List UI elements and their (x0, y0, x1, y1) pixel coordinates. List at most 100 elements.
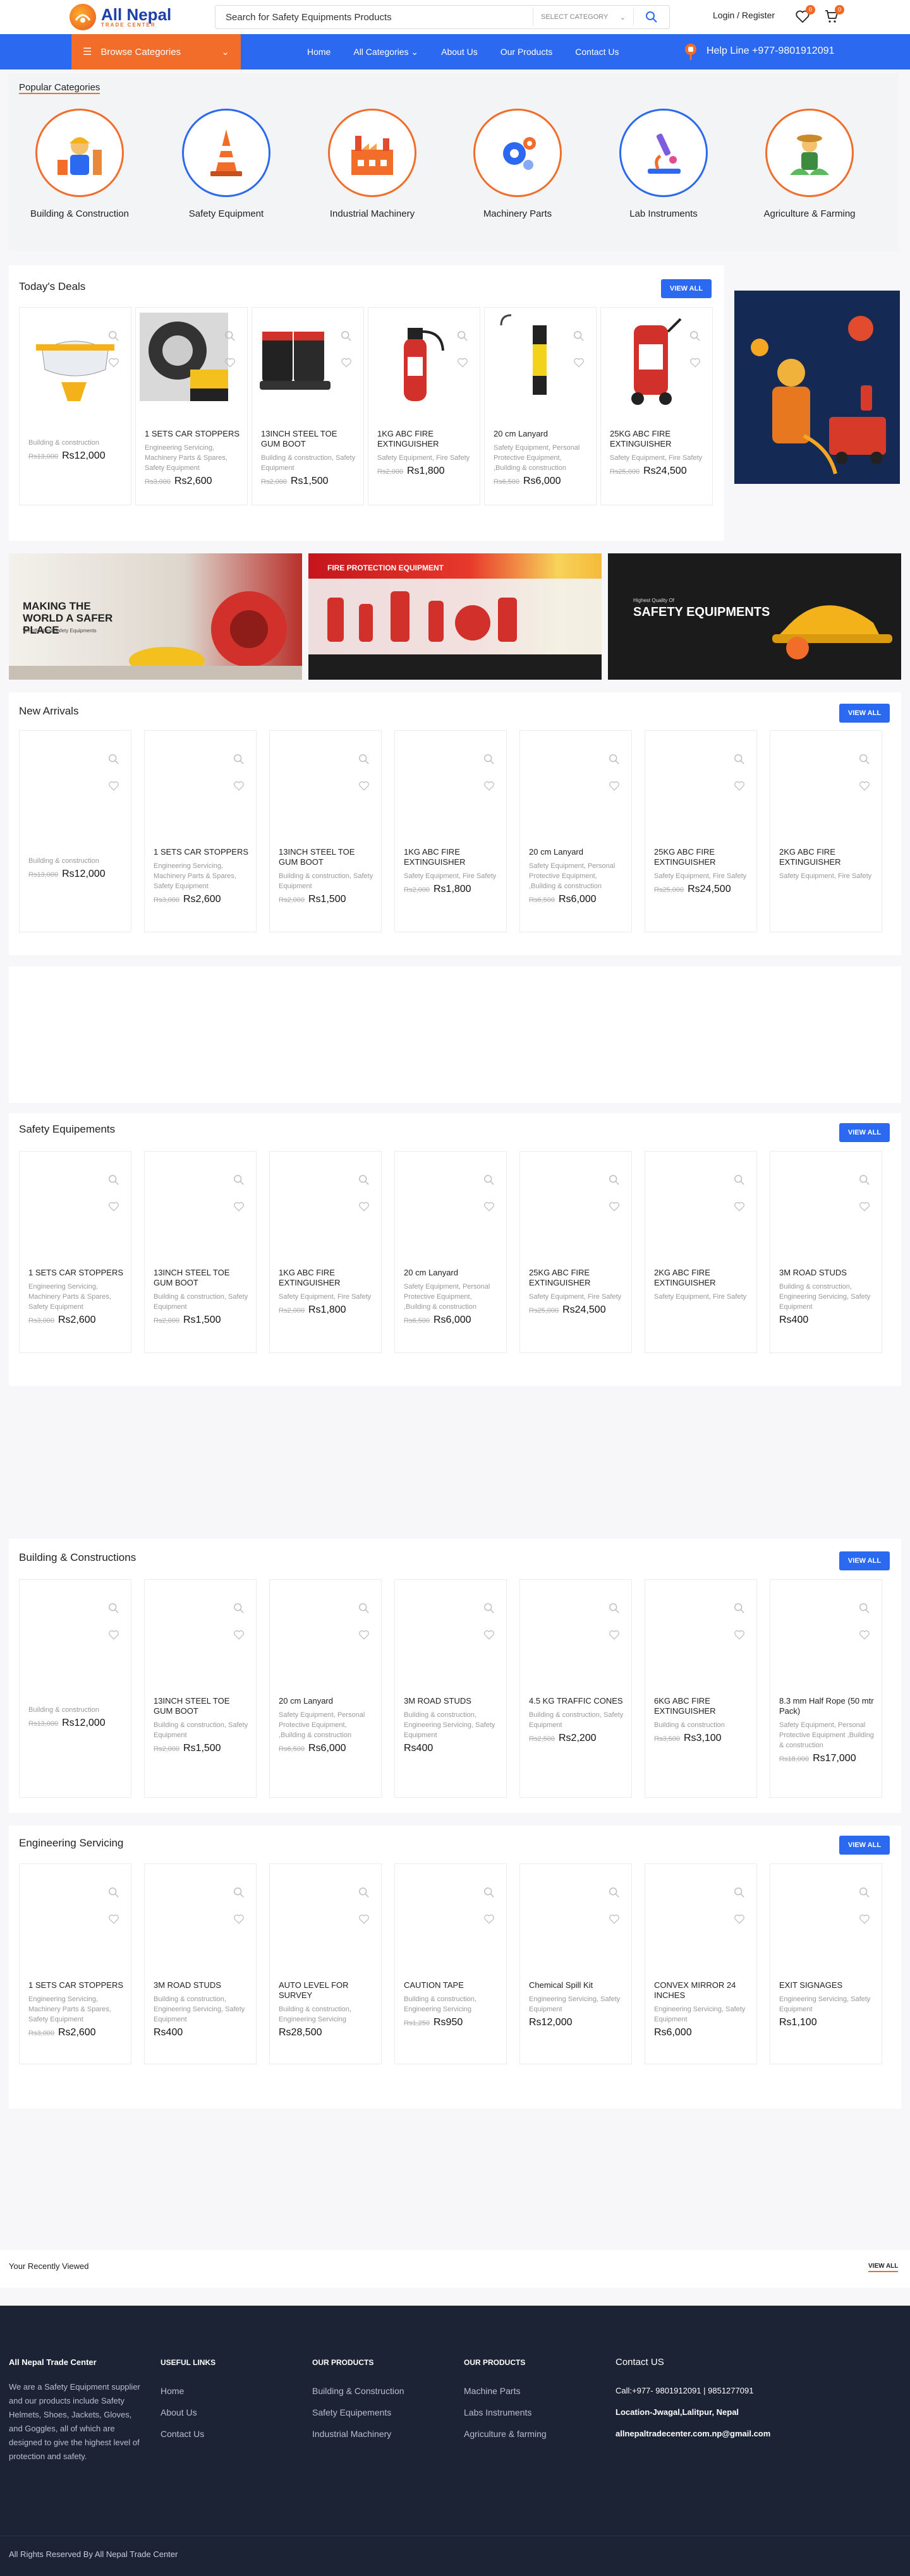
category-microscope[interactable]: Lab Instruments (600, 109, 727, 219)
product-title[interactable]: 13INCH STEEL TOE GUM BOOT (261, 429, 357, 449)
wishlist-heart-icon[interactable] (609, 780, 620, 791)
product-title[interactable]: 3M ROAD STUDS (779, 1268, 875, 1278)
footer-link-industrial[interactable]: Industrial Machinery (312, 2423, 404, 2445)
wishlist-heart-icon[interactable] (483, 1913, 495, 1925)
quick-view-search-icon[interactable] (734, 754, 745, 765)
product-title[interactable]: 13INCH STEEL TOE GUM BOOT (154, 1696, 250, 1716)
quick-view-search-icon[interactable] (689, 330, 701, 342)
quick-view-search-icon[interactable] (233, 1887, 245, 1898)
product-card[interactable]: Chemical Spill Kit Engineering Servicing,… (519, 1863, 632, 2064)
product-title[interactable]: 1KG ABC FIRE EXTINGUISHER (279, 1268, 375, 1288)
search-button[interactable] (634, 11, 669, 23)
wishlist-heart-icon[interactable] (358, 1913, 370, 1925)
quick-view-search-icon[interactable] (609, 754, 620, 765)
product-card[interactable]: 1KG ABC FIRE EXTINGUISHER Safety Equipmen… (269, 1151, 382, 1353)
quick-view-search-icon[interactable] (573, 330, 585, 342)
quick-view-search-icon[interactable] (233, 754, 245, 765)
quick-view-search-icon[interactable] (859, 1603, 870, 1614)
wishlist-heart-icon[interactable] (859, 1201, 870, 1212)
product-card[interactable]: 1 SETS CAR STOPPERS Engineering Servicing… (144, 730, 257, 932)
product-title[interactable]: 20 cm Lanyard (529, 847, 625, 857)
footer-link-about[interactable]: About Us (161, 2402, 215, 2423)
quick-view-search-icon[interactable] (609, 1174, 620, 1186)
cart-button[interactable]: 0 (824, 5, 844, 24)
nav-our-products[interactable]: Our Products (500, 47, 552, 57)
brand-logo[interactable]: All Nepal TRADE CENTER (70, 4, 171, 30)
wishlist-heart-icon[interactable] (483, 1201, 495, 1212)
quick-view-search-icon[interactable] (483, 754, 495, 765)
quick-view-search-icon[interactable] (341, 330, 352, 342)
nav-about-us[interactable]: About Us (441, 47, 478, 57)
wishlist-heart-icon[interactable] (573, 357, 585, 368)
quick-view-search-icon[interactable] (734, 1887, 745, 1898)
wishlist-heart-icon[interactable] (358, 1629, 370, 1640)
quick-view-search-icon[interactable] (358, 754, 370, 765)
category-gears[interactable]: Machinery Parts (454, 109, 581, 219)
product-card[interactable]: AUTO LEVEL FOR SURVEY Building & construc… (269, 1863, 382, 2064)
wishlist-heart-icon[interactable] (609, 1629, 620, 1640)
wishlist-heart-icon[interactable] (483, 780, 495, 791)
product-card[interactable]: 25KG ABC FIRE EXTINGUISHER Safety Equipme… (600, 307, 713, 505)
footer-link-building[interactable]: Building & Construction (312, 2380, 404, 2402)
quick-view-search-icon[interactable] (483, 1174, 495, 1186)
product-card[interactable]: 3M ROAD STUDS Building & construction, En… (394, 1579, 507, 1798)
product-title[interactable]: 13INCH STEEL TOE GUM BOOT (279, 847, 375, 867)
product-title[interactable]: 1 SETS CAR STOPPERS (145, 429, 241, 439)
product-card[interactable]: CONVEX MIRROR 24 INCHES Engineering Servi… (645, 1863, 757, 2064)
footer-phone[interactable]: Call:+977- 9801912091 | 9851277091 (616, 2380, 881, 2402)
wishlist-heart-icon[interactable] (734, 780, 745, 791)
wishlist-heart-icon[interactable] (734, 1201, 745, 1212)
footer-link-machine-parts[interactable]: Machine Parts (464, 2380, 547, 2402)
wishlist-heart-icon[interactable] (233, 780, 245, 791)
category-factory[interactable]: Industrial Machinery (309, 109, 435, 219)
search-input[interactable] (215, 6, 533, 28)
quick-view-search-icon[interactable] (108, 1603, 119, 1614)
product-title[interactable]: 20 cm Lanyard (404, 1268, 500, 1278)
wishlist-heart-icon[interactable] (108, 1913, 119, 1925)
product-card[interactable]: 1KG ABC FIRE EXTINGUISHER Safety Equipmen… (368, 307, 480, 505)
nav-contact-us[interactable]: Contact Us (575, 47, 619, 57)
product-card[interactable]: Building & construction Rs13,000 Rs12,000 (19, 307, 131, 505)
nav-all-categories[interactable]: All Categories ⌄ (353, 47, 418, 57)
product-card[interactable]: 25KG ABC FIRE EXTINGUISHER Safety Equipme… (519, 1151, 632, 1353)
banner-safer-place[interactable]: MAKING THE WORLD A SAFER PLACE We offer … (9, 553, 302, 680)
product-title[interactable]: 20 cm Lanyard (494, 429, 590, 439)
wishlist-heart-icon[interactable] (233, 1629, 245, 1640)
quick-view-search-icon[interactable] (108, 330, 119, 342)
wishlist-heart-icon[interactable] (859, 1913, 870, 1925)
product-card[interactable]: 13INCH STEEL TOE GUM BOOT Building & cons… (144, 1151, 257, 1353)
product-title[interactable]: 2KG ABC FIRE EXTINGUISHER (654, 1268, 750, 1288)
product-title[interactable]: 25KG ABC FIRE EXTINGUISHER (610, 429, 706, 449)
nav-home[interactable]: Home (307, 47, 331, 57)
quick-view-search-icon[interactable] (609, 1603, 620, 1614)
recent-view-all-link[interactable]: VIEW ALL (868, 2263, 899, 2272)
footer-email[interactable]: allnepaltradecenter.com.np@gmail.com (616, 2423, 881, 2445)
wishlist-heart-icon[interactable] (609, 1201, 620, 1212)
product-card[interactable]: Building & construction Rs13,000 Rs12,000 (19, 1579, 131, 1798)
wishlist-heart-icon[interactable] (483, 1629, 495, 1640)
product-title[interactable]: 8.3 mm Half Rope (50 mtr Pack) (779, 1696, 875, 1716)
category-builder[interactable]: Building & Construction (16, 109, 143, 219)
category-farmer[interactable]: Agriculture & Farming (746, 109, 873, 219)
footer-link-agriculture[interactable]: Agriculture & farming (464, 2423, 547, 2445)
product-card[interactable]: 13INCH STEEL TOE GUM BOOT Building & cons… (144, 1579, 257, 1798)
product-card[interactable]: 3M ROAD STUDS Building & construction, En… (144, 1863, 257, 2064)
product-card[interactable]: EXIT SIGNAGES Engineering Servicing, Safe… (770, 1863, 882, 2064)
login-register-link[interactable]: Login / Register (713, 10, 775, 20)
wishlist-heart-icon[interactable] (108, 1629, 119, 1640)
product-card[interactable]: 20 cm Lanyard Safety Equipment, Personal … (394, 1151, 507, 1353)
product-card[interactable]: 20 cm Lanyard Safety Equipment, Personal … (269, 1579, 382, 1798)
arrivals-view-all-button[interactable]: VIEW ALL (839, 704, 890, 723)
banner-fire-protection[interactable]: FIRE PROTECTION EQUIPMENT (308, 553, 602, 680)
product-card[interactable]: 13INCH STEEL TOE GUM BOOT Building & cons… (252, 307, 364, 505)
product-card[interactable]: 8.3 mm Half Rope (50 mtr Pack) Safety Equ… (770, 1579, 882, 1798)
quick-view-search-icon[interactable] (358, 1174, 370, 1186)
product-title[interactable]: 1 SETS CAR STOPPERS (28, 1980, 124, 1990)
quick-view-search-icon[interactable] (108, 1174, 119, 1186)
quick-view-search-icon[interactable] (483, 1603, 495, 1614)
product-card[interactable]: 1 SETS CAR STOPPERS Engineering Servicing… (135, 307, 248, 505)
footer-link-contact[interactable]: Contact Us (161, 2423, 215, 2445)
product-title[interactable]: CAUTION TAPE (404, 1980, 500, 1990)
product-title[interactable]: 1KG ABC FIRE EXTINGUISHER (377, 429, 473, 449)
quick-view-search-icon[interactable] (358, 1603, 370, 1614)
